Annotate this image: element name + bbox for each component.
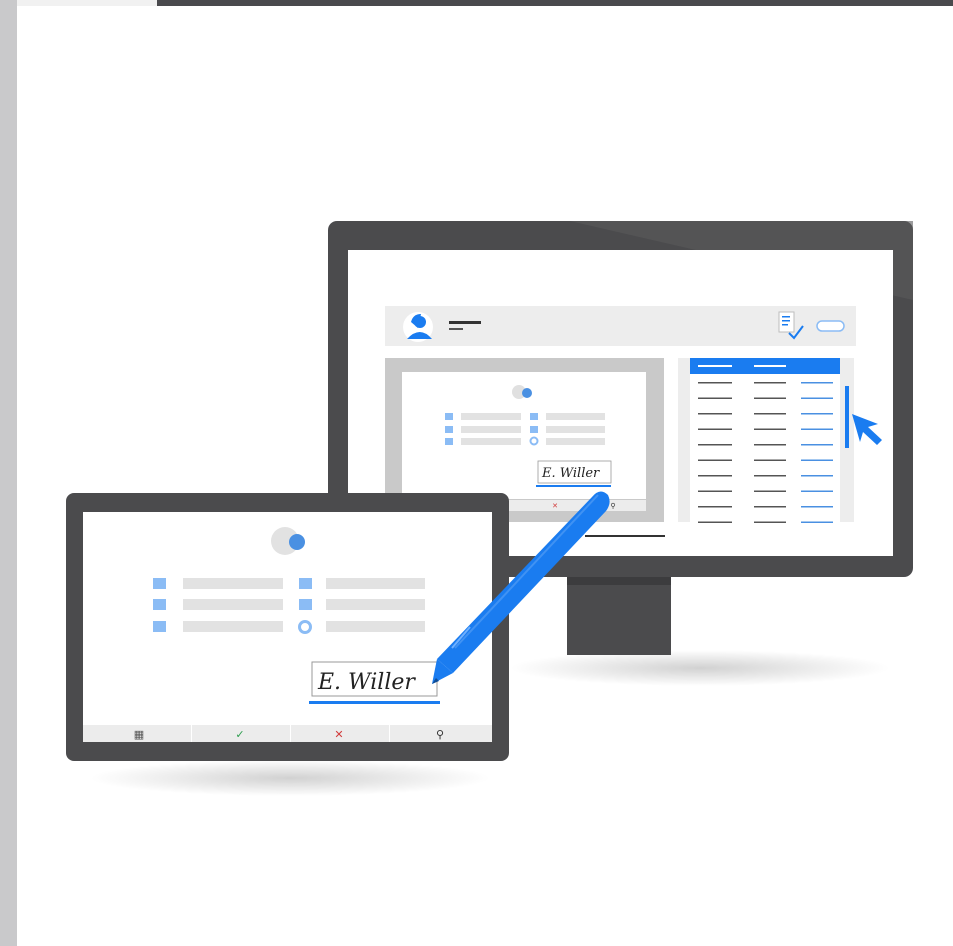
monitor-cancel-x-icon: ✕ <box>552 502 558 510</box>
tablet-signature-underline <box>309 701 440 704</box>
tablet-field <box>183 599 283 610</box>
search-icon[interactable]: ⚲ <box>436 728 444 741</box>
monitor-title-line <box>449 321 481 324</box>
tablet-field <box>183 578 283 589</box>
tablet-toolbar: ▦ ✓ ✕ ⚲ <box>83 725 492 742</box>
tablet-list-icon <box>153 599 166 610</box>
tablet-signature: E. Willer <box>317 670 416 695</box>
qr-grid-icon[interactable]: ▦ <box>134 728 144 741</box>
monitor-signature: E. Willer <box>541 466 600 481</box>
tablet-field <box>183 621 283 632</box>
table-row[interactable] <box>698 490 833 493</box>
tablet-field <box>326 578 425 589</box>
tablet-list-icon <box>299 599 312 610</box>
cancel-x-icon[interactable]: ✕ <box>334 728 343 741</box>
table-row[interactable] <box>698 444 833 446</box>
tablet-field <box>326 621 425 632</box>
monitor-header-pill[interactable] <box>816 320 845 332</box>
tablet-field <box>326 599 425 610</box>
monitor-underline <box>585 535 665 537</box>
table-row[interactable] <box>698 459 833 462</box>
tablet-list-icon <box>299 578 312 589</box>
tablet-list-icon <box>153 578 166 589</box>
table-row[interactable] <box>698 428 833 431</box>
monitor-search-icon: ⚲ <box>610 502 615 510</box>
user-avatar-icon <box>403 312 433 342</box>
confirm-check-icon[interactable]: ✓ <box>235 728 244 741</box>
illustration: E. Willer ▦ ✓ ✕ ⚲ <box>66 221 913 796</box>
table-row[interactable] <box>698 475 833 477</box>
table-row[interactable] <box>698 521 833 524</box>
table-row[interactable] <box>698 382 833 384</box>
monitor-stand <box>567 575 671 655</box>
table-row[interactable] <box>698 413 833 415</box>
table-row[interactable] <box>698 506 833 508</box>
tablet-list-icon <box>153 621 166 632</box>
table-row[interactable] <box>698 397 833 400</box>
table-scrollbar[interactable] <box>845 386 849 448</box>
signature-tablet: E. Willer ▦ ✓ ✕ ⚲ <box>66 493 509 796</box>
